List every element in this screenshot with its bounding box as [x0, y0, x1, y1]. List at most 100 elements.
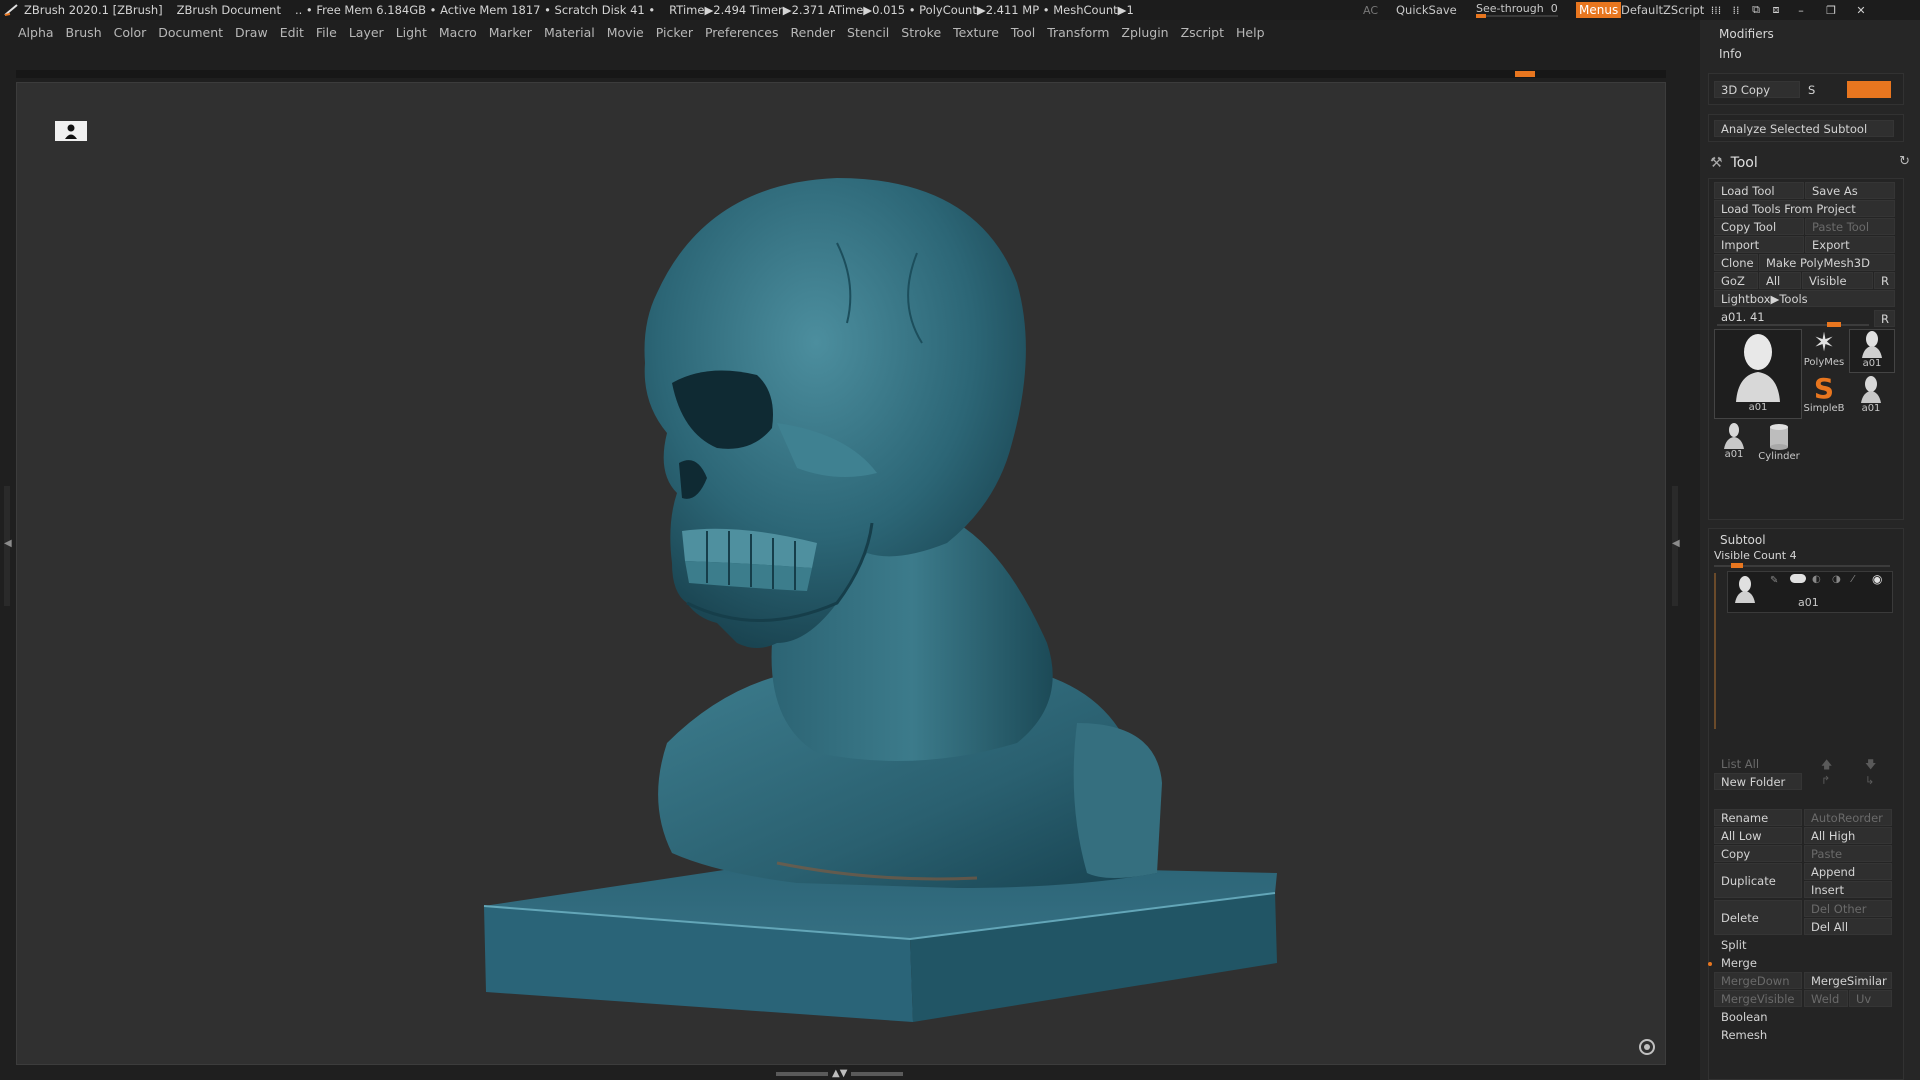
close-icon[interactable]: ✕: [1846, 4, 1876, 17]
menu-stroke[interactable]: Stroke: [901, 25, 941, 40]
restore-icon[interactable]: ❐: [1816, 4, 1846, 17]
analyze-subtool-button[interactable]: Analyze Selected Subtool: [1714, 120, 1894, 137]
append-button[interactable]: Append: [1804, 863, 1892, 880]
menu-help[interactable]: Help: [1236, 25, 1265, 40]
merge-visible-button[interactable]: MergeVisible: [1714, 990, 1802, 1007]
menu-marker[interactable]: Marker: [489, 25, 532, 40]
menu-edit[interactable]: Edit: [280, 25, 304, 40]
move-down-icon[interactable]: 🡇: [1865, 756, 1876, 775]
split-subpalette[interactable]: Split: [1714, 936, 1892, 953]
insert-button[interactable]: Insert: [1804, 881, 1892, 898]
tool-thumb-simplebrush[interactable]: S SimpleB: [1802, 375, 1846, 417]
tool-thumb-polymesh[interactable]: ✶ PolyMes: [1802, 329, 1846, 371]
menu-color[interactable]: Color: [114, 25, 147, 40]
see-through-slider[interactable]: See-through 0: [1472, 1, 1558, 19]
save-as-button[interactable]: Save As: [1805, 182, 1895, 199]
new-folder-button[interactable]: New Folder: [1714, 773, 1802, 790]
lightbox-tools-button[interactable]: Lightbox▶Tools: [1714, 290, 1895, 307]
merge-similar-button[interactable]: MergeSimilar: [1804, 972, 1892, 989]
tool-thumb-a01-tiny[interactable]: a01: [1714, 421, 1754, 465]
tool-slider-track[interactable]: [1717, 324, 1869, 326]
reset-icon[interactable]: ↻: [1899, 154, 1910, 169]
merge-down-button[interactable]: MergeDown: [1714, 972, 1802, 989]
all-low-button[interactable]: All Low: [1714, 827, 1802, 844]
right-tray-grip[interactable]: ◀: [1672, 486, 1680, 606]
menu-file[interactable]: File: [316, 25, 337, 40]
duplicate-button[interactable]: Duplicate: [1714, 863, 1802, 898]
load-tools-from-project-button[interactable]: Load Tools From Project: [1714, 200, 1895, 217]
autoreorder-button[interactable]: AutoReorder: [1804, 809, 1892, 826]
menus-toggle-button[interactable]: Menus: [1576, 2, 1622, 18]
folder-up-icon[interactable]: ↱: [1821, 774, 1830, 787]
delete-button[interactable]: Delete: [1714, 900, 1802, 935]
menu-light[interactable]: Light: [396, 25, 427, 40]
menu-macro[interactable]: Macro: [439, 25, 477, 40]
quicksave-button[interactable]: QuickSave: [1396, 3, 1457, 17]
sculpt-model[interactable]: [17, 83, 1666, 1065]
modifiers-header[interactable]: Modifiers: [1719, 27, 1774, 41]
load-tool-button[interactable]: Load Tool: [1714, 182, 1804, 199]
dynamic-icon[interactable]: ◑: [1832, 574, 1841, 585]
menu-stencil[interactable]: Stencil: [847, 25, 889, 40]
all-high-button[interactable]: All High: [1804, 827, 1892, 844]
menu-draw[interactable]: Draw: [235, 25, 268, 40]
menu-tool[interactable]: Tool: [1011, 25, 1035, 40]
del-other-button[interactable]: Del Other: [1804, 900, 1892, 917]
expand-arrows-icon[interactable]: ▲▼: [832, 1069, 847, 1079]
menu-render[interactable]: Render: [791, 25, 836, 40]
copy-button[interactable]: Copy: [1714, 845, 1802, 862]
menu-alpha[interactable]: Alpha: [18, 25, 54, 40]
tool-thumb-a01-alt[interactable]: a01: [1849, 375, 1893, 417]
ui-layout-icon[interactable]: ⧈: [1766, 3, 1786, 17]
polypaint-toggle-icon[interactable]: [1790, 574, 1806, 583]
tool-palette-header[interactable]: ⚒ Tool ↻: [1710, 152, 1910, 174]
rename-button[interactable]: Rename: [1714, 809, 1802, 826]
eye-icon[interactable]: ◉: [1872, 572, 1882, 586]
minimize-icon[interactable]: –: [1786, 4, 1816, 17]
bottom-tray-handle[interactable]: ▲▼: [776, 1069, 906, 1079]
default-zscript-button[interactable]: DefaultZScript: [1621, 3, 1704, 17]
menu-preferences[interactable]: Preferences: [705, 25, 779, 40]
menu-zplugin[interactable]: Zplugin: [1121, 25, 1168, 40]
menu-movie[interactable]: Movie: [607, 25, 644, 40]
circle-icon[interactable]: ◐: [1812, 574, 1821, 585]
import-button[interactable]: Import: [1714, 236, 1804, 253]
goz-all-button[interactable]: All: [1759, 272, 1801, 289]
export-button[interactable]: Export: [1805, 236, 1895, 253]
copy-tool-button[interactable]: Copy Tool: [1714, 218, 1804, 235]
tool-r-button[interactable]: R: [1874, 310, 1895, 327]
brush-icon[interactable]: ✎: [1770, 575, 1778, 586]
merge-subpalette[interactable]: Merge: [1714, 954, 1892, 971]
ac-label[interactable]: AC: [1363, 4, 1378, 17]
boolean-subpalette[interactable]: Boolean: [1714, 1008, 1892, 1025]
make-polymesh3d-button[interactable]: Make PolyMesh3D: [1759, 254, 1895, 271]
goz-button[interactable]: GoZ: [1714, 272, 1758, 289]
remesh-subpalette[interactable]: Remesh: [1714, 1026, 1892, 1043]
menu-material[interactable]: Material: [544, 25, 595, 40]
s-value-field[interactable]: [1847, 81, 1891, 98]
menu-transform[interactable]: Transform: [1047, 25, 1109, 40]
subtool-scrollbar[interactable]: [1714, 573, 1716, 729]
panels-icon[interactable]: ⧉: [1746, 3, 1766, 17]
menu-layer[interactable]: Layer: [349, 25, 384, 40]
3d-copy-button[interactable]: 3D Copy: [1714, 81, 1800, 98]
visible-count-knob[interactable]: [1731, 563, 1743, 568]
navigation-gizmo-icon[interactable]: [1639, 1039, 1655, 1055]
goz-visible-button[interactable]: Visible: [1802, 272, 1873, 289]
goz-r-button[interactable]: R: [1874, 272, 1895, 289]
layout-icon[interactable]: ⁞⁞: [1726, 4, 1746, 17]
del-all-button[interactable]: Del All: [1804, 918, 1892, 935]
clone-button[interactable]: Clone: [1714, 254, 1758, 271]
list-all-button[interactable]: List All: [1714, 755, 1802, 772]
subtool-title[interactable]: Subtool: [1720, 533, 1766, 547]
menu-texture[interactable]: Texture: [953, 25, 999, 40]
uv-button[interactable]: Uv: [1849, 990, 1892, 1007]
tool-thumb-a01-large[interactable]: a01: [1714, 329, 1802, 419]
tool-thumb-a01-small[interactable]: a01: [1849, 329, 1895, 373]
menu-zscript[interactable]: Zscript: [1181, 25, 1224, 40]
folder-down-icon[interactable]: ↳: [1865, 774, 1874, 787]
menu-brush[interactable]: Brush: [66, 25, 102, 40]
paste-tool-button[interactable]: Paste Tool: [1805, 218, 1895, 235]
document-canvas[interactable]: [16, 82, 1666, 1065]
line-icon[interactable]: ⁄: [1852, 574, 1854, 585]
